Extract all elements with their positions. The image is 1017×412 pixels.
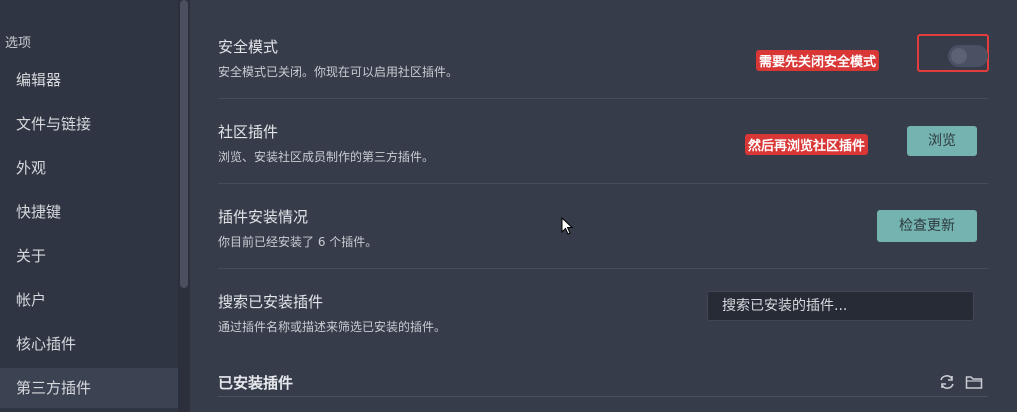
sidebar-item-hotkeys[interactable]: 快捷键 [0, 192, 178, 232]
divider [218, 98, 988, 99]
installed-plugins-heading: 已安装插件 [218, 374, 294, 392]
safe-mode-toggle[interactable] [948, 45, 988, 67]
sidebar-item-community-plugins[interactable]: 第三方插件 [0, 368, 178, 408]
sidebar-item-about[interactable]: 关于 [0, 236, 178, 276]
divider [218, 183, 988, 184]
browse-button[interactable]: 浏览 [907, 126, 977, 156]
community-plugins-annotation: 然后再浏览社区插件 [745, 134, 869, 155]
sidebar-item-files-links[interactable]: 文件与链接 [0, 104, 178, 144]
sidebar-item-editor[interactable]: 编辑器 [0, 60, 178, 100]
sidebar-item-core-plugins[interactable]: 核心插件 [0, 324, 178, 364]
settings-sidebar: 选项 编辑器 文件与链接 外观 快捷键 关于 帐户 核心插件 第三方插件 [0, 0, 178, 412]
installed-status-title: 插件安装情况 [218, 208, 309, 226]
installed-status-description: 你目前已经安装了 6 个插件。 [218, 235, 378, 249]
mouse-cursor-icon [561, 216, 574, 239]
divider [218, 268, 988, 269]
setting-installed-status: 插件安装情况 你目前已经安装了 6 个插件。 [218, 206, 978, 250]
sidebar-scrollbar-thumb[interactable] [180, 0, 188, 288]
settings-content: 安全模式 安全模式已关闭。你现在可以启用社区插件。 需要先关闭安全模式 社区插件… [190, 0, 1017, 412]
toggle-knob [951, 48, 967, 64]
sidebar-item-account[interactable]: 帐户 [0, 280, 178, 320]
sidebar-section-label: 选项 [5, 36, 32, 51]
divider [218, 396, 988, 397]
safe-mode-annotation: 需要先关闭安全模式 [756, 50, 880, 71]
reload-icon[interactable] [938, 374, 956, 394]
check-updates-button[interactable]: 检查更新 [877, 210, 977, 242]
sidebar-item-appearance[interactable]: 外观 [0, 148, 178, 188]
search-installed-input[interactable] [707, 291, 974, 321]
folder-icon[interactable] [965, 374, 983, 394]
sidebar-scrollbar[interactable] [178, 0, 190, 412]
